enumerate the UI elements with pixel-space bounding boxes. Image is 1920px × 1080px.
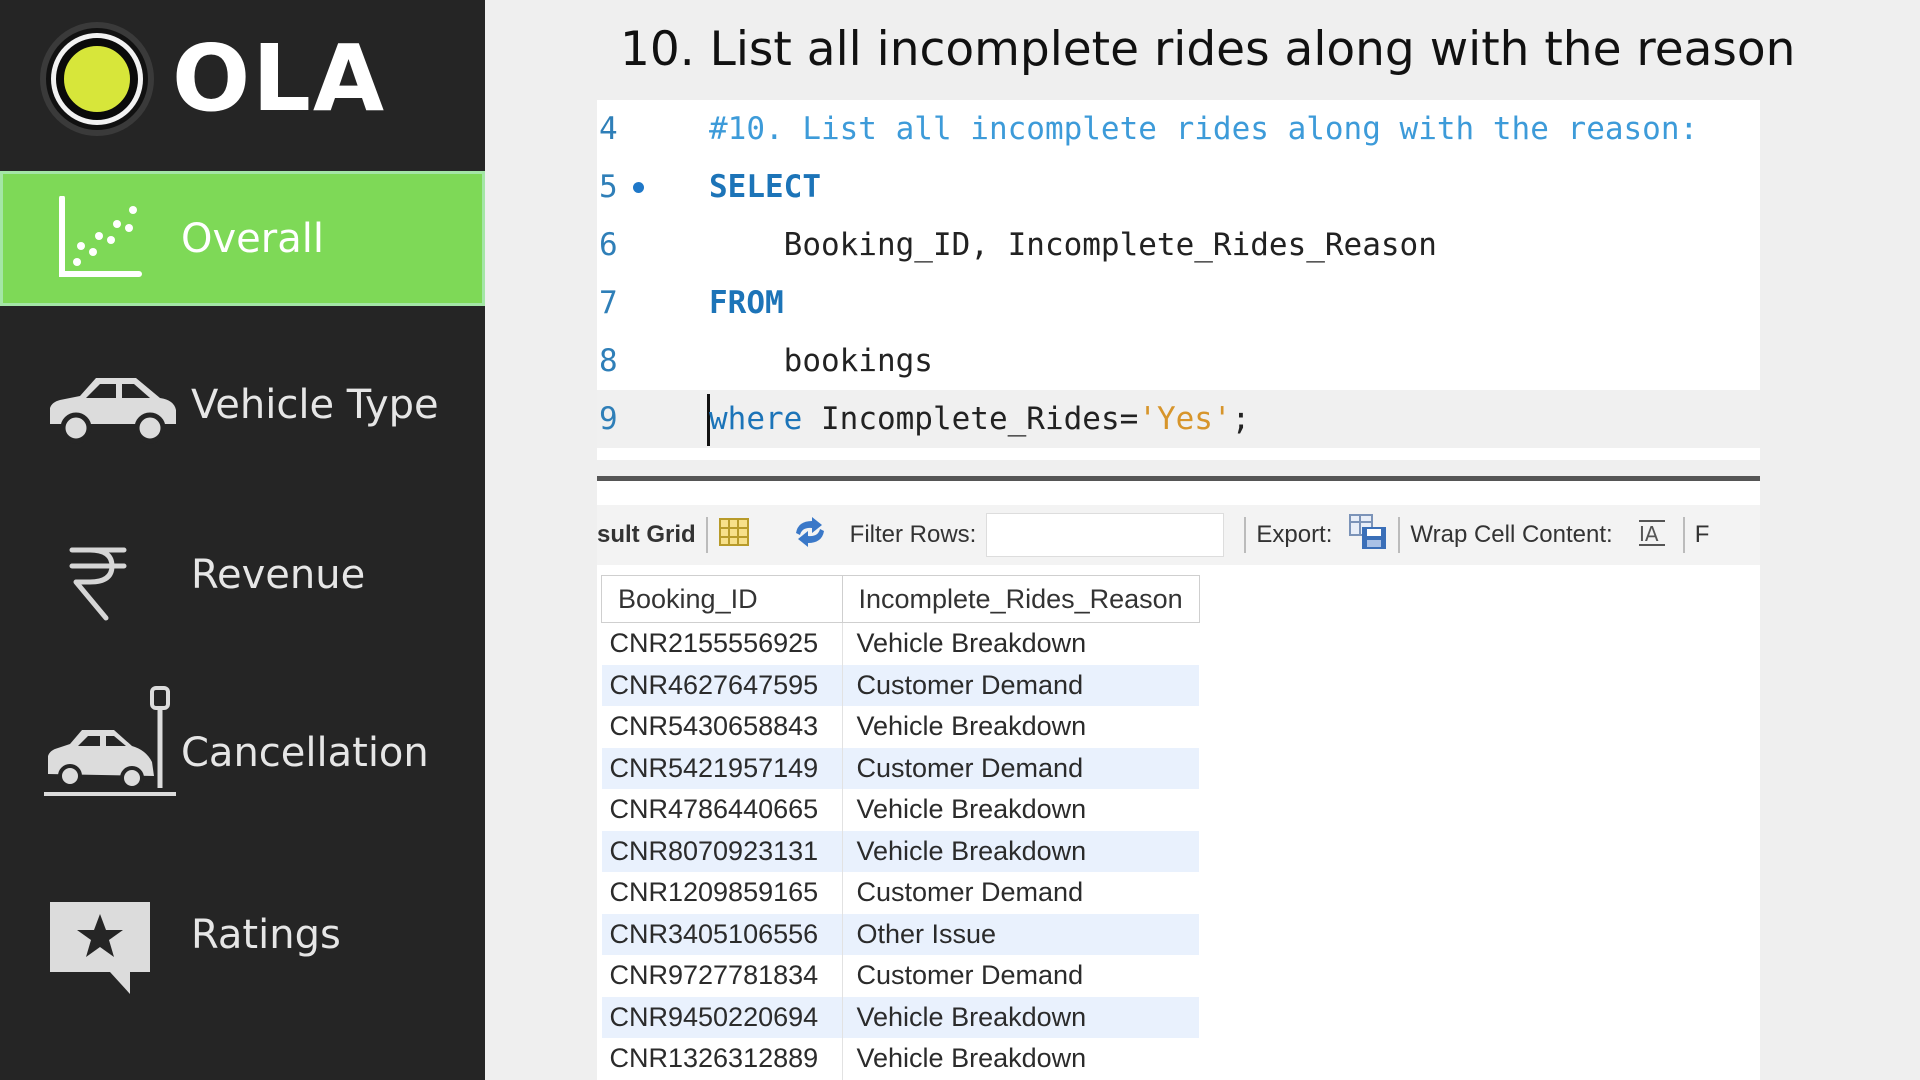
result-grid-tab[interactable]: sult Grid (597, 521, 696, 549)
line-number: 6 (599, 227, 618, 263)
wrap-cell-label: Wrap Cell Content: (1410, 521, 1613, 548)
cell-booking-id[interactable]: CNR1209859165 (601, 872, 843, 914)
column-header-booking-id[interactable]: Booking_ID (601, 575, 843, 623)
nav-item-vehicle-type[interactable]: Vehicle Type (0, 350, 485, 460)
nav-label-revenue: Revenue (191, 552, 366, 598)
ola-logo: OLA (40, 22, 386, 136)
cell-reason[interactable]: Other Issue (842, 913, 1200, 955)
grid-view-icon[interactable] (718, 517, 750, 554)
sql-keyword-where: where (709, 401, 803, 437)
column-header-reason[interactable]: Incomplete_Rides_Reason (841, 575, 1200, 623)
cell-reason[interactable]: Vehicle Breakdown (842, 830, 1200, 872)
sql-string: 'Yes' (1138, 401, 1232, 437)
sql-keyword-select: SELECT (709, 169, 821, 205)
export-label: Export: (1256, 521, 1333, 548)
cell-reason[interactable]: Vehicle Breakdown (842, 996, 1200, 1038)
cell-reason[interactable]: Vehicle Breakdown (842, 706, 1199, 748)
line-number: 9 (599, 401, 618, 437)
line-number: 7 (599, 285, 618, 321)
page-title: 10. List all incomplete rides along with… (620, 22, 1796, 77)
table-row[interactable]: CNR8070923131 Vehicle Breakdown (601, 830, 1200, 872)
code-line-current: 9 where Incomplete_Rides='Yes'; (597, 390, 1760, 448)
cell-booking-id[interactable]: CNR5421957149 (601, 747, 843, 789)
cell-booking-id[interactable]: CNR8070923131 (601, 830, 843, 872)
filter-rows-label: Filter Rows: (849, 521, 977, 548)
table-row[interactable]: CNR1326312889 Vehicle Breakdown (601, 1038, 1200, 1080)
grid-header-row: Booking_ID Incomplete_Rides_Reason (601, 575, 1200, 623)
line-number: 8 (599, 343, 618, 379)
cell-booking-id[interactable]: CNR3405106556 (601, 913, 843, 955)
table-row[interactable]: CNR4627647595 Customer Demand (601, 664, 1200, 706)
table-row[interactable]: CNR1209859165 Customer Demand (601, 872, 1200, 914)
table-row[interactable]: CNR4786440665 Vehicle Breakdown (601, 789, 1200, 831)
sql-editor[interactable]: 4 #10. List all incomplete rides along w… (597, 100, 1760, 460)
cell-reason[interactable]: Vehicle Breakdown (842, 623, 1199, 665)
cell-booking-id[interactable]: CNR9727781834 (601, 955, 843, 997)
filter-rows-input[interactable] (986, 513, 1225, 557)
logo-text: OLA (172, 25, 387, 132)
result-panel: sult Grid Filter Rows: Export: Wrap Cell… (597, 481, 1760, 1080)
code-line: 7 FROM (597, 274, 1760, 332)
nav-item-cancellation[interactable]: Cancellation (0, 678, 485, 828)
code-line: 8 bookings (597, 332, 1760, 390)
nav-label-overall: Overall (181, 215, 324, 262)
grid-body: CNR2155556925 Vehicle Breakdown CNR4627647… (601, 622, 1200, 1080)
nav-item-overall[interactable]: Overall (0, 171, 485, 306)
star-speech-bubble-icon (48, 900, 152, 1006)
table-row[interactable]: CNR2155556925 Vehicle Breakdown (601, 622, 1200, 665)
cell-booking-id[interactable]: CNR4786440665 (601, 789, 843, 831)
cell-reason[interactable]: Customer Demand (842, 955, 1199, 997)
nav-label-ratings: Ratings (191, 912, 341, 958)
cell-booking-id[interactable]: CNR1326312889 (601, 1038, 843, 1080)
result-toolbar: sult Grid Filter Rows: Export: Wrap Cell… (597, 505, 1760, 565)
result-grid[interactable]: Booking_ID Incomplete_Rides_Reason CNR21… (601, 575, 1200, 1080)
car-crash-icon (42, 684, 178, 810)
nav-item-ratings[interactable]: Ratings (0, 880, 485, 994)
table-row[interactable]: CNR5421957149 Customer Demand (601, 747, 1200, 789)
cell-reason[interactable]: Customer Demand (842, 872, 1199, 914)
svg-text:IA: IA (1639, 522, 1659, 546)
code-line: 5 SELECT (597, 158, 1760, 216)
export-icon[interactable] (1348, 513, 1388, 558)
table-row[interactable]: CNR9727781834 Customer Demand (601, 955, 1200, 997)
line-number: 4 (599, 111, 618, 147)
rupee-icon (68, 546, 128, 632)
nav-item-revenue[interactable]: Revenue (0, 520, 485, 630)
scatter-chart-icon (57, 195, 143, 290)
sql-keyword-from: FROM (709, 285, 784, 321)
sql-table: bookings (709, 343, 933, 379)
toolbar-overflow-label: F (1694, 521, 1710, 548)
refresh-icon[interactable] (790, 516, 830, 554)
cell-reason[interactable]: Customer Demand (842, 747, 1200, 789)
table-row[interactable]: CNR5430658843 Vehicle Breakdown (601, 706, 1200, 748)
cell-reason[interactable]: Vehicle Breakdown (842, 1038, 1199, 1080)
car-icon (44, 372, 180, 454)
cell-booking-id[interactable]: CNR9450220694 (601, 996, 843, 1038)
table-row[interactable]: CNR9450220694 Vehicle Breakdown (601, 996, 1200, 1038)
sql-terminator: ; (1231, 401, 1251, 437)
wrap-cell-icon[interactable]: IA (1637, 517, 1667, 554)
sidebar: OLA Overall Vehicle Type Revenue Cancell… (0, 0, 485, 1080)
code-line: 6 Booking_ID, Incomplete_Rides_Reason (597, 216, 1760, 274)
table-row[interactable]: CNR3405106556 Other Issue (601, 913, 1200, 955)
cell-booking-id[interactable]: CNR5430658843 (601, 706, 843, 748)
code-line: 4 #10. List all incomplete rides along w… (597, 100, 1760, 158)
sql-condition: Incomplete_Rides= (802, 401, 1139, 437)
ola-logo-mark (40, 22, 154, 136)
cell-booking-id[interactable]: CNR2155556925 (601, 622, 843, 665)
statement-marker-icon (633, 182, 644, 193)
cell-reason[interactable]: Vehicle Breakdown (842, 789, 1199, 831)
nav-label-cancellation: Cancellation (181, 730, 429, 776)
nav-label-vehicle-type: Vehicle Type (191, 382, 439, 428)
sql-where-clause: where Incomplete_Rides='Yes'; (709, 401, 1250, 437)
sql-columns: Booking_ID, Incomplete_Rides_Reason (709, 227, 1437, 263)
cell-reason[interactable]: Customer Demand (842, 664, 1200, 706)
sql-comment: #10. List all incomplete rides along wit… (709, 111, 1699, 147)
cell-booking-id[interactable]: CNR4627647595 (601, 664, 843, 706)
